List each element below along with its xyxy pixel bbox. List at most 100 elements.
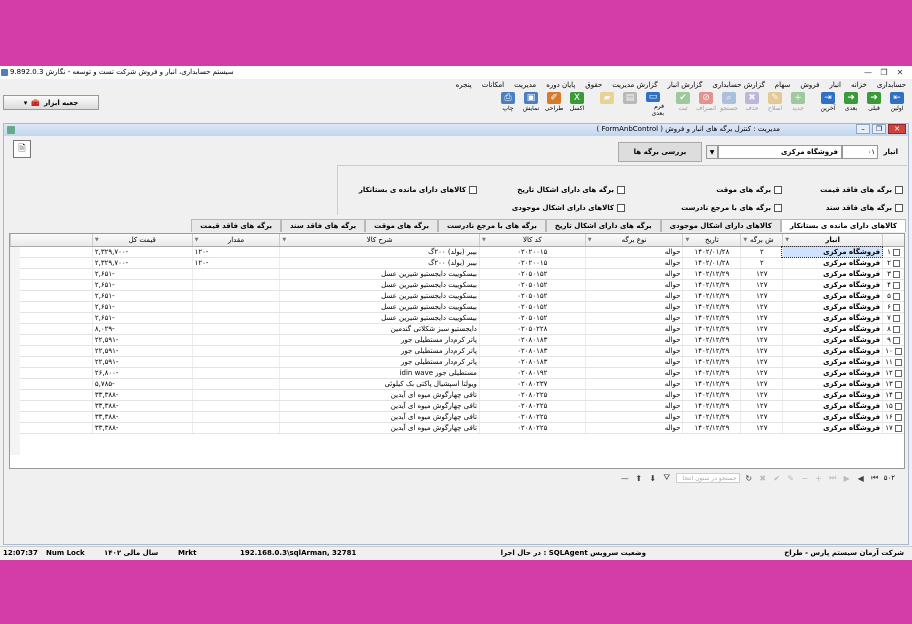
minimize-button[interactable]: — bbox=[860, 66, 876, 79]
close-button[interactable]: ✕ bbox=[892, 66, 908, 79]
menu-item[interactable]: گزارش انبار bbox=[668, 81, 703, 89]
row-number[interactable]: ۱۰ bbox=[882, 346, 904, 356]
toolbar-button[interactable]: ⇤ اولین bbox=[886, 91, 908, 117]
table-row[interactable]: ۸ فروشگاه مرکزی ۱۲۷ ۱۴۰۲/۱۲/۲۹ حواله ۰۲۰۵۰۲۲۸… bbox=[10, 324, 904, 335]
chevron-down-icon[interactable]: ▼ bbox=[195, 237, 199, 243]
toolbar-button[interactable]: ➜ قبلی bbox=[863, 91, 885, 117]
menu-item[interactable]: حسابداری bbox=[877, 81, 906, 89]
row-number[interactable]: ۳ bbox=[882, 269, 904, 279]
toolbar-button[interactable]: ✐ طراحی bbox=[543, 91, 565, 117]
chevron-down-icon[interactable]: ▼ bbox=[588, 237, 592, 243]
delete-record-icon[interactable]: − bbox=[800, 474, 810, 483]
toolbar-button[interactable]: ⦸ انصراف bbox=[695, 91, 717, 117]
row-checkbox[interactable] bbox=[892, 292, 900, 300]
row-checkbox[interactable] bbox=[892, 281, 900, 289]
filter-no-price[interactable]: برگه های فاقد قیمت bbox=[820, 186, 903, 194]
child-minimize-button[interactable]: – bbox=[856, 124, 870, 134]
table-row[interactable]: ۳ فروشگاه مرکزی ۱۲۷ ۱۴۰۲/۱۲/۲۹ حواله ۰۲۰۵۰۱۵۲… bbox=[10, 269, 904, 280]
row-number[interactable]: ۴ bbox=[882, 280, 904, 290]
checkbox[interactable] bbox=[895, 186, 903, 194]
menu-item[interactable]: امکانات bbox=[482, 81, 504, 89]
store-code-field[interactable]: ۰۱ bbox=[842, 145, 878, 159]
row-checkbox[interactable] bbox=[894, 402, 902, 410]
row-number[interactable]: ۹ bbox=[882, 335, 904, 345]
toolbar-button[interactable]: X اکسل bbox=[566, 91, 588, 117]
edit-record-icon[interactable]: ✎ bbox=[786, 474, 796, 483]
tab[interactable]: برگه های فاقد قیمت bbox=[191, 219, 282, 232]
child-restore-button[interactable]: ❐ bbox=[872, 124, 886, 134]
last-record-icon[interactable]: ⏭ bbox=[828, 473, 838, 483]
checkbox[interactable] bbox=[469, 186, 477, 194]
tab[interactable]: کالاهای دارای مانده ی بستانکار bbox=[780, 219, 906, 232]
chevron-down-icon[interactable]: ▼ bbox=[743, 237, 747, 243]
filter-temp[interactable]: برگه های موقت bbox=[716, 186, 782, 194]
child-close-button[interactable]: ✕ bbox=[888, 124, 906, 134]
chevron-down-icon[interactable]: ▼ bbox=[685, 237, 689, 243]
filter-bad-reference[interactable]: برگه های با مرجع نادرست bbox=[681, 204, 782, 212]
column-header[interactable]: نوع برگه ▼ bbox=[584, 234, 683, 246]
row-number[interactable]: ۱۴ bbox=[882, 390, 904, 400]
sort-down-icon[interactable]: ⬇ bbox=[648, 474, 658, 483]
cancel-record-icon[interactable]: ✖ bbox=[758, 474, 768, 483]
chevron-down-icon[interactable]: ▼ bbox=[482, 237, 486, 243]
toolbar-button[interactable]: ⌕ جستجو bbox=[718, 91, 740, 117]
table-row[interactable]: ۷ فروشگاه مرکزی ۱۲۷ ۱۴۰۲/۱۲/۲۹ حواله ۰۲۰۵۰۱۵۲… bbox=[10, 313, 904, 324]
row-checkbox[interactable] bbox=[892, 314, 900, 322]
filter-credit-balance[interactable]: کالاهای دارای مانده ی بستانکار bbox=[359, 186, 477, 194]
refresh-icon[interactable]: ↻ bbox=[744, 474, 754, 483]
menu-item[interactable]: پنجره bbox=[456, 81, 472, 89]
store-dropdown-button[interactable]: ▼ bbox=[706, 145, 718, 159]
checkbox[interactable] bbox=[774, 204, 782, 212]
column-header[interactable]: تاریخ ▼ bbox=[682, 234, 740, 246]
row-number[interactable]: ۱۷ bbox=[882, 423, 904, 433]
checkbox[interactable] bbox=[617, 204, 625, 212]
row-number[interactable]: ۱۱ bbox=[882, 357, 904, 367]
toolbar-button[interactable]: + جدید bbox=[787, 91, 809, 117]
post-record-icon[interactable]: ✔ bbox=[772, 474, 782, 483]
row-number[interactable]: ۱۵ bbox=[882, 401, 904, 411]
menu-item[interactable]: سهام bbox=[775, 81, 791, 89]
row-number[interactable]: ۷ bbox=[882, 313, 904, 323]
chevron-down-icon[interactable]: ▼ bbox=[95, 237, 99, 243]
table-row[interactable]: ۱۲ فروشگاه مرکزی ۱۲۷ ۱۴۰۲/۱۲/۲۹ حواله ۰۲۰۸۰۱۹… bbox=[10, 368, 904, 379]
filter-no-document[interactable]: برگه های فاقد سند bbox=[826, 204, 903, 212]
toolbar-button[interactable]: ▤ bbox=[619, 91, 641, 117]
row-number[interactable]: ۲ bbox=[882, 258, 904, 268]
tab[interactable]: برگه های با مرجع نادرست bbox=[437, 219, 546, 232]
row-checkbox[interactable] bbox=[894, 391, 902, 399]
row-number[interactable]: ۶ bbox=[882, 302, 904, 312]
checkbox[interactable] bbox=[895, 204, 903, 212]
filter-date-error[interactable]: برگه های دارای اشکال تاریخ bbox=[517, 186, 625, 194]
chevron-down-icon[interactable]: ▼ bbox=[282, 237, 286, 243]
column-header[interactable]: شرح کالا ▼ bbox=[279, 234, 479, 246]
table-row[interactable]: ۱۰ فروشگاه مرکزی ۱۲۷ ۱۴۰۲/۱۲/۲۹ حواله ۰۲۰۸۰۱۸… bbox=[10, 346, 904, 357]
row-checkbox[interactable] bbox=[892, 248, 900, 256]
column-header[interactable]: مقدار ▼ bbox=[191, 234, 280, 246]
checkbox[interactable] bbox=[774, 186, 782, 194]
table-row[interactable]: ۱۱ فروشگاه مرکزی ۱۲۷ ۱۴۰۲/۱۲/۲۹ حواله ۰۲۰۸۰۱۸… bbox=[10, 357, 904, 368]
table-row[interactable]: ۱۳ فروشگاه مرکزی ۱۲۷ ۱۴۰۲/۱۲/۲۹ حواله ۰۲۰۸۰۲۳… bbox=[10, 379, 904, 390]
column-header[interactable]: قیمت کل ▼ bbox=[91, 234, 192, 246]
collapse-icon[interactable]: — bbox=[620, 474, 630, 483]
table-row[interactable]: ۶ فروشگاه مرکزی ۱۲۷ ۱۴۰۲/۱۲/۲۹ حواله ۰۲۰۵۰۱۵۲… bbox=[10, 302, 904, 313]
prev-record-icon[interactable]: ◀ bbox=[856, 474, 866, 483]
insert-record-icon[interactable]: + bbox=[814, 474, 824, 483]
table-row[interactable]: ۹ فروشگاه مرکزی ۱۲۷ ۱۴۰۲/۱۲/۲۹ حواله ۰۲۰۸۰۱۸۳… bbox=[10, 335, 904, 346]
row-number[interactable]: ۸ bbox=[882, 324, 904, 334]
column-header[interactable]: انبار ▼ bbox=[782, 234, 882, 246]
restore-button[interactable]: ❐ bbox=[876, 66, 892, 79]
toolbox-dropdown[interactable]: ▾ 🧰 جعبه ابزار bbox=[3, 95, 99, 110]
first-record-icon[interactable]: ⏮ bbox=[870, 473, 880, 483]
tab[interactable]: برگه های فاقد سند bbox=[281, 219, 366, 232]
column-search-input[interactable]: جستجو در ستون انتخا bbox=[675, 473, 740, 483]
row-checkbox[interactable] bbox=[892, 270, 900, 278]
row-checkbox[interactable] bbox=[894, 413, 902, 421]
menu-item[interactable]: پایان دوره bbox=[546, 81, 575, 89]
toolbar-button[interactable]: ✔ ثبت bbox=[672, 91, 694, 117]
table-row[interactable]: ۱ فروشگاه مرکزی ۲ ۱۴۰۲/۰۱/۲۸ حواله ۰۲۰۲۰۰۱۵ بی… bbox=[10, 246, 904, 258]
toolbar-button[interactable]: ✎ اصلاح bbox=[764, 91, 786, 117]
menu-item[interactable]: انبار bbox=[829, 81, 841, 89]
tab[interactable]: کالاهای دارای اشکال موجودی bbox=[660, 219, 781, 232]
sort-up-icon[interactable]: ⬆ bbox=[634, 474, 644, 483]
row-checkbox[interactable] bbox=[894, 358, 902, 366]
